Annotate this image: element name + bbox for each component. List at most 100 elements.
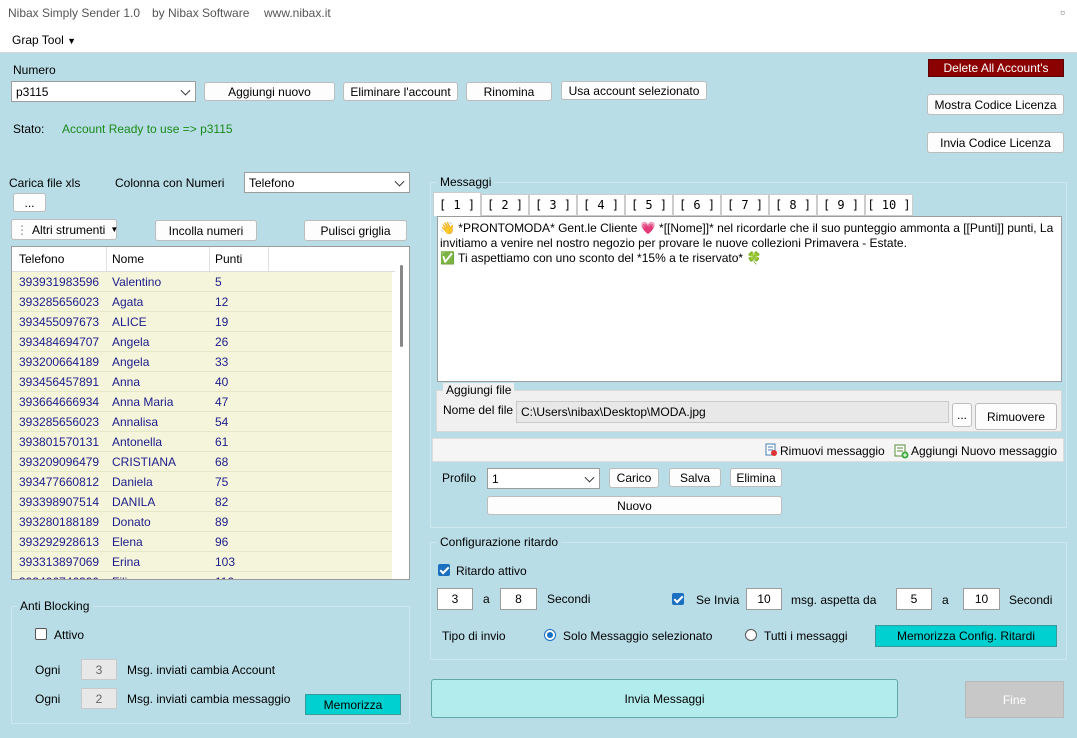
cell-punti[interactable]: 89 <box>215 515 228 529</box>
delay-from-input[interactable]: 3 <box>437 588 473 610</box>
table-row[interactable]: 393456457891 Anna 40 <box>12 372 392 392</box>
tab-6[interactable]: [ 6 ] <box>673 194 721 216</box>
profile-save-button[interactable]: Salva <box>669 468 721 487</box>
cell-nome[interactable]: Agata <box>112 295 143 309</box>
cell-tel[interactable]: 393931983596 <box>19 275 99 289</box>
cell-punti[interactable]: 82 <box>215 495 228 509</box>
table-row[interactable]: 393484694707 Angela 26 <box>12 332 392 352</box>
table-row[interactable]: 393477660812 Daniela 75 <box>12 472 392 492</box>
cell-nome[interactable]: Antonella <box>112 435 162 449</box>
delete-all-accounts-button[interactable]: Delete All Account's <box>928 59 1064 77</box>
tab-2[interactable]: [ 2 ] <box>481 194 529 216</box>
numbers-grid[interactable]: Telefono Nome Punti 393931983596 Valentin… <box>11 246 410 580</box>
column-numbers-select[interactable]: Telefono <box>244 172 410 193</box>
table-row[interactable]: 393292928613 Elena 96 <box>12 532 392 552</box>
cell-punti[interactable]: 40 <box>215 375 228 389</box>
tab-7[interactable]: [ 7 ] <box>721 194 769 216</box>
remove-message-button[interactable]: Rimuovi messaggio <box>780 444 885 458</box>
cell-punti[interactable]: 33 <box>215 355 228 369</box>
message-textarea[interactable]: 👋 *PRONTOMODA* Gent.le Cliente 💗 *[[Nome… <box>437 216 1062 382</box>
table-row[interactable]: 393398907514 DANILA 82 <box>12 492 392 512</box>
header-telefono[interactable]: Telefono <box>19 252 64 266</box>
cell-punti[interactable]: 61 <box>215 435 228 449</box>
cell-nome[interactable]: Valentino <box>112 275 161 289</box>
profile-delete-button[interactable]: Elimina <box>730 468 782 487</box>
wait-to-input[interactable]: 10 <box>963 588 1000 610</box>
cell-nome[interactable]: Annalisa <box>112 415 158 429</box>
tab-8[interactable]: [ 8 ] <box>769 194 817 216</box>
cell-nome[interactable]: Elena <box>112 535 143 549</box>
cell-tel[interactable]: 393398907514 <box>19 495 99 509</box>
cell-tel[interactable]: 393292928613 <box>19 535 99 549</box>
anti-blocking-save-button[interactable]: Memorizza <box>305 694 401 715</box>
other-tools-button[interactable]: ⋮ Altri strumenti ▼ <box>11 219 118 240</box>
table-row[interactable]: 393931983596 Valentino 5 <box>12 272 392 292</box>
menu-grap-tool[interactable]: Grap Tool ▼ <box>12 33 76 47</box>
table-row[interactable]: 393455097673 ALICE 19 <box>12 312 392 332</box>
tab-10[interactable]: [ 10 ] <box>865 194 913 216</box>
window-control-icon[interactable]: ▫ <box>1060 4 1065 20</box>
tab-3[interactable]: [ 3 ] <box>529 194 577 216</box>
cell-punti[interactable]: 110 <box>215 575 234 579</box>
cell-tel[interactable]: 393406746390 <box>19 575 99 579</box>
clear-grid-button[interactable]: Pulisci griglia <box>304 220 407 241</box>
tab-1[interactable]: [ 1 ] <box>433 192 481 216</box>
cell-tel[interactable]: 393280188189 <box>19 515 99 529</box>
cell-tel[interactable]: 393285656023 <box>19 295 99 309</box>
cell-nome[interactable]: ALICE <box>112 315 147 329</box>
wait-from-input[interactable]: 5 <box>896 588 932 610</box>
tab-9[interactable]: [ 9 ] <box>817 194 865 216</box>
radio-all-messages[interactable] <box>745 629 757 641</box>
profile-new-button[interactable]: Nuovo <box>487 496 782 515</box>
cell-tel[interactable]: 393801570131 <box>19 435 99 449</box>
send-messages-button[interactable]: Invia Messaggi <box>431 679 898 718</box>
cell-tel[interactable]: 393477660812 <box>19 475 99 489</box>
save-delay-config-button[interactable]: Memorizza Config. Ritardi <box>875 625 1057 647</box>
cell-nome[interactable]: DANILA <box>112 495 155 509</box>
cell-tel[interactable]: 393313897069 <box>19 555 99 569</box>
cell-punti[interactable]: 47 <box>215 395 228 409</box>
header-punti[interactable]: Punti <box>215 252 242 266</box>
cell-nome[interactable]: Anna <box>112 375 140 389</box>
cell-punti[interactable]: 12 <box>215 295 228 309</box>
table-row[interactable]: 393313897069 Erina 103 <box>12 552 392 572</box>
change-account-count-input[interactable]: 3 <box>81 659 117 680</box>
anti-blocking-checkbox[interactable] <box>35 628 47 640</box>
table-row[interactable]: 393406746390 Filiana 110 <box>12 572 392 579</box>
table-row[interactable]: 393280188189 Donato 89 <box>12 512 392 532</box>
cell-punti[interactable]: 68 <box>215 455 228 469</box>
delay-active-checkbox[interactable] <box>438 564 450 576</box>
cell-tel[interactable]: 393200664189 <box>19 355 99 369</box>
cell-tel[interactable]: 393285656023 <box>19 415 99 429</box>
msg-count-input[interactable]: 10 <box>746 588 782 610</box>
tab-5[interactable]: [ 5 ] <box>625 194 673 216</box>
use-selected-account-button[interactable]: Usa account selezionato <box>561 81 707 100</box>
cell-tel[interactable]: 393484694707 <box>19 335 99 349</box>
profile-select[interactable]: 1 <box>487 468 600 489</box>
grid-scrollbar[interactable] <box>395 247 409 579</box>
add-message-button[interactable]: Aggiungi Nuovo messaggio <box>911 444 1057 458</box>
delay-to-input[interactable]: 8 <box>500 588 537 610</box>
cell-punti[interactable]: 19 <box>215 315 228 329</box>
delete-account-button[interactable]: Eliminare l'account <box>343 82 458 101</box>
cell-tel[interactable]: 393456457891 <box>19 375 99 389</box>
remove-file-button[interactable]: Rimuovere <box>975 403 1057 430</box>
cell-punti[interactable]: 96 <box>215 535 228 549</box>
table-row[interactable]: 393664666934 Anna Maria 47 <box>12 392 392 412</box>
cell-punti[interactable]: 5 <box>215 275 222 289</box>
account-select[interactable]: p3115 <box>11 81 196 102</box>
cell-tel[interactable]: 393209096479 <box>19 455 99 469</box>
se-invia-checkbox[interactable] <box>672 593 684 605</box>
cell-punti[interactable]: 54 <box>215 415 228 429</box>
tab-4[interactable]: [ 4 ] <box>577 194 625 216</box>
cell-tel[interactable]: 393455097673 <box>19 315 99 329</box>
add-account-button[interactable]: Aggiungi nuovo <box>204 82 335 101</box>
cell-nome[interactable]: CRISTIANA <box>112 455 176 469</box>
radio-selected-message[interactable] <box>544 629 556 641</box>
browse-xls-button[interactable]: ... <box>13 193 46 212</box>
browse-file-button[interactable]: ... <box>952 403 972 427</box>
cell-nome[interactable]: Angela <box>112 335 149 349</box>
end-button[interactable]: Fine <box>965 681 1064 718</box>
file-path-input[interactable]: C:\Users\nibax\Desktop\MODA.jpg <box>516 401 949 423</box>
cell-punti[interactable]: 26 <box>215 335 228 349</box>
